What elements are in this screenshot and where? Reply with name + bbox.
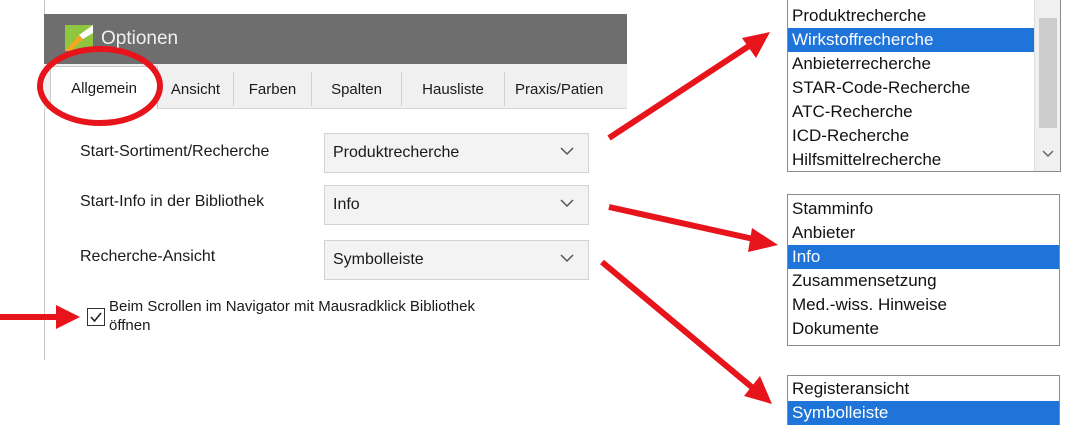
annotation-arrow: [608, 204, 778, 252]
highlight-circle: [37, 46, 163, 126]
annotation-arrow: [600, 259, 772, 404]
annotation-arrow: [0, 305, 80, 329]
annotation-layer: [0, 32, 778, 404]
annotation-arrow: [607, 32, 770, 141]
